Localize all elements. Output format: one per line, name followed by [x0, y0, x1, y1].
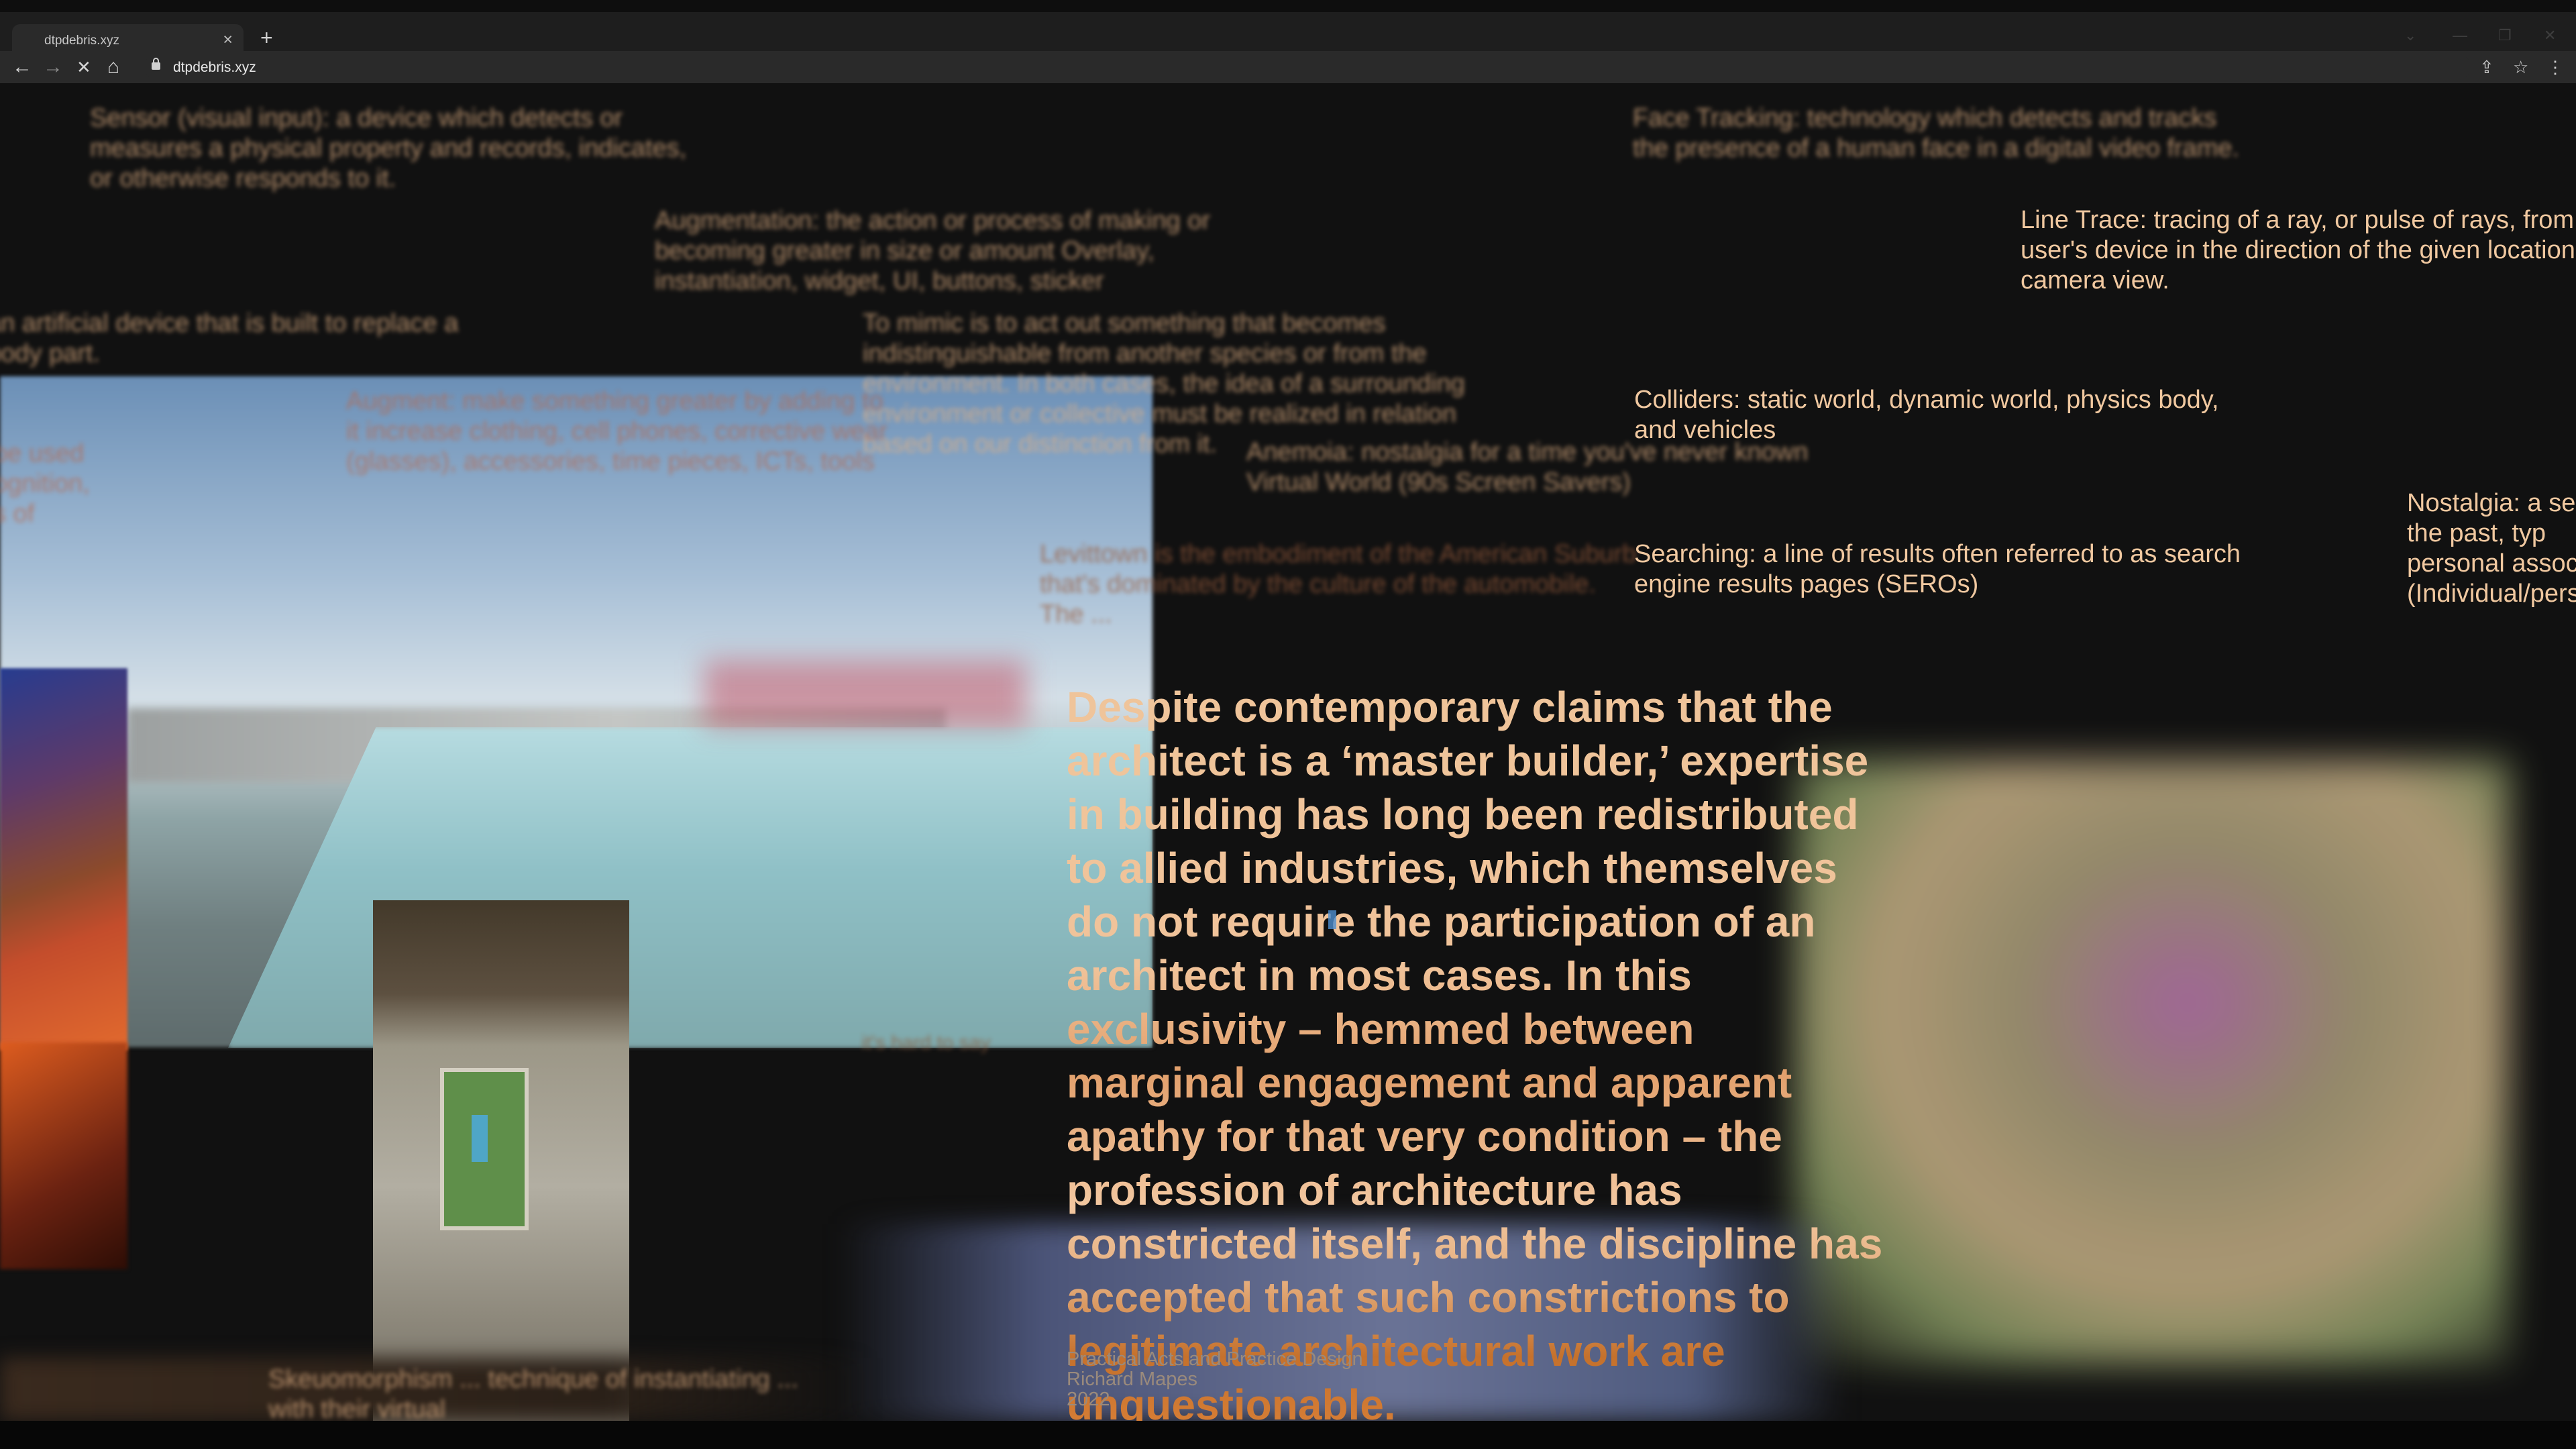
toolbar: ← → ✕ ⌂ dtpdebris.xyz ⇪ ☆ ⋮ [0, 51, 2576, 83]
photo-red-structure [704, 660, 1026, 727]
photo-water [228, 727, 1152, 1048]
essay-line: accepted that such constrictions to [1067, 1273, 1790, 1322]
share-icon[interactable]: ⇪ [2479, 55, 2494, 79]
text-cursor [1328, 910, 1336, 929]
address-bar[interactable]: dtpdebris.xyz [144, 55, 2471, 79]
stop-button[interactable]: ✕ [76, 55, 91, 79]
tab-title: dtpdebris.xyz [44, 34, 119, 48]
essay-line: architect is a ‘master builder,’ experti… [1067, 737, 1869, 785]
essay-quote: Despite contemporary claims that the arch… [1067, 680, 1939, 1421]
window-bottom-border [0, 1421, 2576, 1449]
tab-close-icon[interactable]: × [223, 30, 233, 50]
credit-year: 2022 [1067, 1389, 1110, 1410]
note-fragment-left: be used ognition, s of [0, 439, 90, 528]
forward-button[interactable]: → [43, 55, 63, 79]
note-levittown: Levittown is the embodiment of the Ameri… [1040, 540, 1637, 629]
essay-line: constricted itself, and the discipline h… [1067, 1220, 1883, 1268]
bookmark-star-icon[interactable]: ☆ [2513, 55, 2528, 79]
essay-line: architect in most cases. In this [1067, 951, 1692, 1000]
essay-line: profession of architecture has [1067, 1166, 1682, 1214]
essay-line: exclusivity – hemmed between [1067, 1005, 1695, 1053]
essay-line: Despite contemporary claims that the [1067, 683, 1833, 731]
note-augment: Augment: make something greater by addin… [346, 387, 888, 476]
browser-window: dtpdebris.xyz × + ⌄ — ❐ ✕ ← → ✕ ⌂ dtpdeb… [0, 0, 2576, 1449]
note-anemoia: Anemoia: nostalgia for a time you've nev… [1246, 438, 1809, 496]
url-text: dtpdebris.xyz [173, 60, 256, 75]
collage-image-left-lower [0, 1042, 127, 1269]
essay-line: apathy for that very condition – the [1067, 1112, 1782, 1161]
aerial-pool [472, 1115, 488, 1162]
note-line-trace: Line Trace: tracing of a ray, or pulse o… [2021, 206, 2576, 294]
lock-icon[interactable] [152, 58, 160, 70]
note-face-tracking: Face Tracking: technology which detects … [1633, 104, 2240, 162]
essay-line: to allied industries, which themselves [1067, 844, 1837, 892]
credit-title: Practical Acts and Practice Design [1067, 1348, 1363, 1370]
new-tab-button[interactable]: + [260, 25, 273, 50]
note-colliders: Colliders: static world, dynamic world, … [1634, 386, 2219, 444]
aerial-map-image [373, 900, 629, 1421]
minimize-button[interactable]: — [2453, 27, 2467, 44]
collage-image-left [0, 668, 127, 1051]
close-window-button[interactable]: ✕ [2544, 27, 2556, 44]
note-prosthetic: an artificial device that is built to re… [0, 309, 459, 368]
tab-search-icon[interactable]: ⌄ [2404, 27, 2416, 44]
essay-line: in building has long been redistributed [1067, 790, 1859, 839]
note-searching: Searching: a line of results often refer… [1634, 540, 2241, 598]
credit-author: Richard Mapes [1067, 1368, 1198, 1390]
note-bottom-left: Skeuomorphism ... technique of instantia… [268, 1365, 798, 1421]
home-button[interactable]: ⌂ [107, 55, 119, 79]
back-button[interactable]: ← [12, 55, 32, 79]
tab-strip: dtpdebris.xyz × + ⌄ — ❐ ✕ [0, 12, 2576, 56]
note-sensor: Sensor (visual input): a device which de… [90, 104, 687, 193]
essay-line: do not require the participation of an [1067, 898, 1816, 946]
restore-button[interactable]: ❐ [2498, 27, 2512, 44]
window-titlebar [0, 0, 2576, 12]
browser-menu-icon[interactable]: ⋮ [2546, 55, 2564, 79]
note-augmentation: Augmentation: the action or process of m… [655, 207, 1211, 295]
note-nostalgia: Nostalgia: a se for the past, typ person… [2407, 489, 2576, 608]
essay-line: marginal engagement and apparent [1067, 1059, 1792, 1107]
web-page: Sensor (visual input): a device which de… [0, 83, 2576, 1421]
